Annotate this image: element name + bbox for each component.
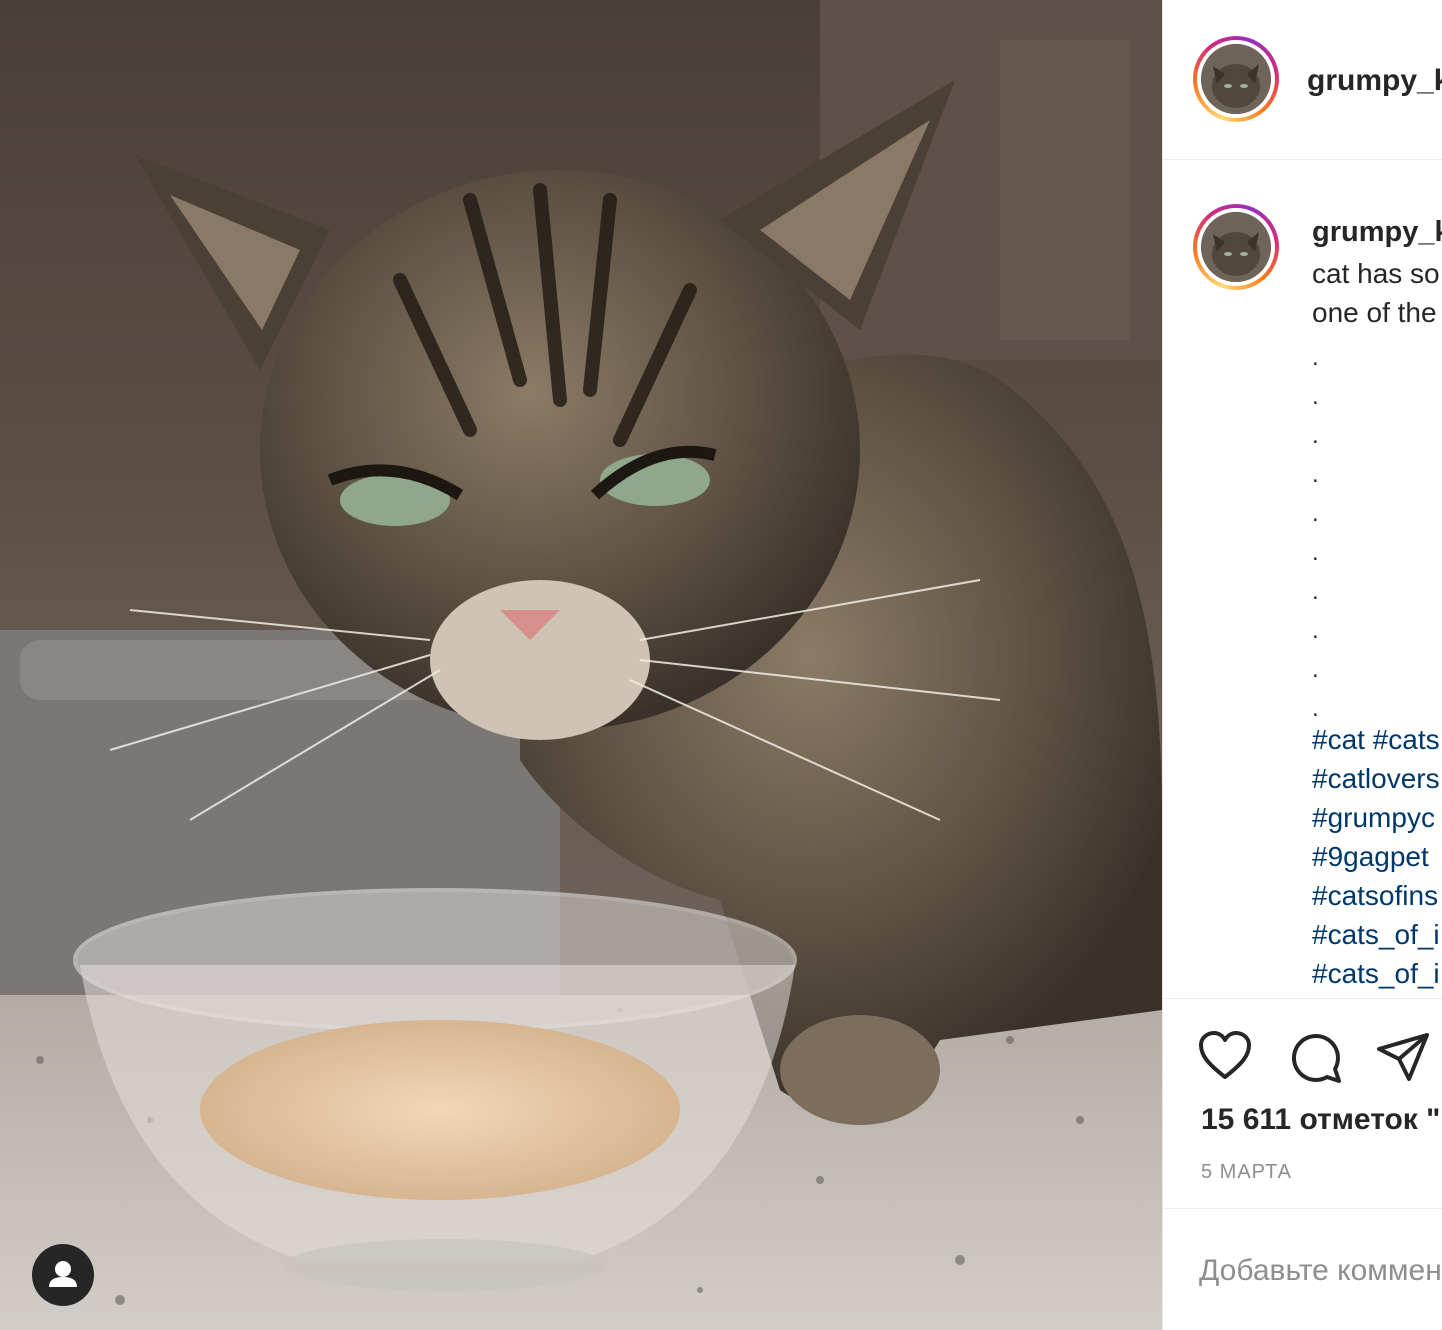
hashtag-link[interactable]: #9gagpet <box>1312 841 1429 873</box>
cat-photo <box>0 0 1162 1330</box>
caption-dot: . <box>1312 656 1319 683</box>
hashtag-link[interactable]: #grumpyc <box>1312 802 1435 834</box>
hashtag-link[interactable]: #catsofins <box>1312 880 1438 912</box>
user-tag-icon <box>49 1261 77 1287</box>
avatar[interactable] <box>1193 36 1279 122</box>
hashtag-link[interactable]: #catlovers <box>1312 763 1440 795</box>
caption-dot: . <box>1312 539 1319 566</box>
caption-area: grumpy_k cat has so one of the . . . . .… <box>1163 160 1442 998</box>
caption-dot: . <box>1312 500 1319 527</box>
comment-icon <box>1291 1033 1341 1083</box>
caption-dot: . <box>1312 695 1319 722</box>
hashtag-link[interactable]: #cats_of_i <box>1312 958 1440 990</box>
caption-dot: . <box>1312 578 1319 605</box>
post-header: grumpy_k <box>1163 0 1442 160</box>
caption-avatar[interactable] <box>1193 204 1279 290</box>
like-button[interactable] <box>1197 1029 1253 1086</box>
likes-count[interactable]: 15 611 отметок "Н <box>1201 1103 1442 1137</box>
caption-dot: . <box>1312 617 1319 644</box>
caption-dot: . <box>1312 461 1319 488</box>
post-photo[interactable] <box>0 0 1162 1330</box>
caption-avatar-image <box>1201 212 1271 282</box>
comment-box <box>1163 1208 1442 1330</box>
caption-dot: . <box>1312 344 1319 371</box>
send-icon <box>1377 1033 1429 1081</box>
comment-button[interactable] <box>1287 1029 1343 1090</box>
user-tag-button[interactable] <box>32 1244 94 1306</box>
post-side-panel: grumpy_k grumpy_k cat has so one of the … <box>1162 0 1442 1330</box>
caption-text-line: one of the <box>1312 297 1437 328</box>
comment-input[interactable] <box>1199 1251 1442 1291</box>
header-username[interactable]: grumpy_k <box>1307 64 1442 98</box>
caption-text-line: cat has so <box>1312 258 1440 289</box>
share-button[interactable] <box>1375 1029 1431 1090</box>
post-actions: 15 611 отметок "Н 5 МАРТА <box>1163 998 1442 1208</box>
avatar-cat-image <box>1201 44 1271 114</box>
post-date: 5 МАРТА <box>1201 1161 1293 1183</box>
caption-username[interactable]: grumpy_k <box>1312 216 1442 249</box>
heart-icon <box>1199 1031 1251 1079</box>
hashtag-link[interactable]: #cats_of_i <box>1312 919 1440 951</box>
hashtag-link[interactable]: #cat #cats <box>1312 724 1440 756</box>
caption-dot: . <box>1312 383 1319 410</box>
caption-dot: . <box>1312 422 1319 449</box>
